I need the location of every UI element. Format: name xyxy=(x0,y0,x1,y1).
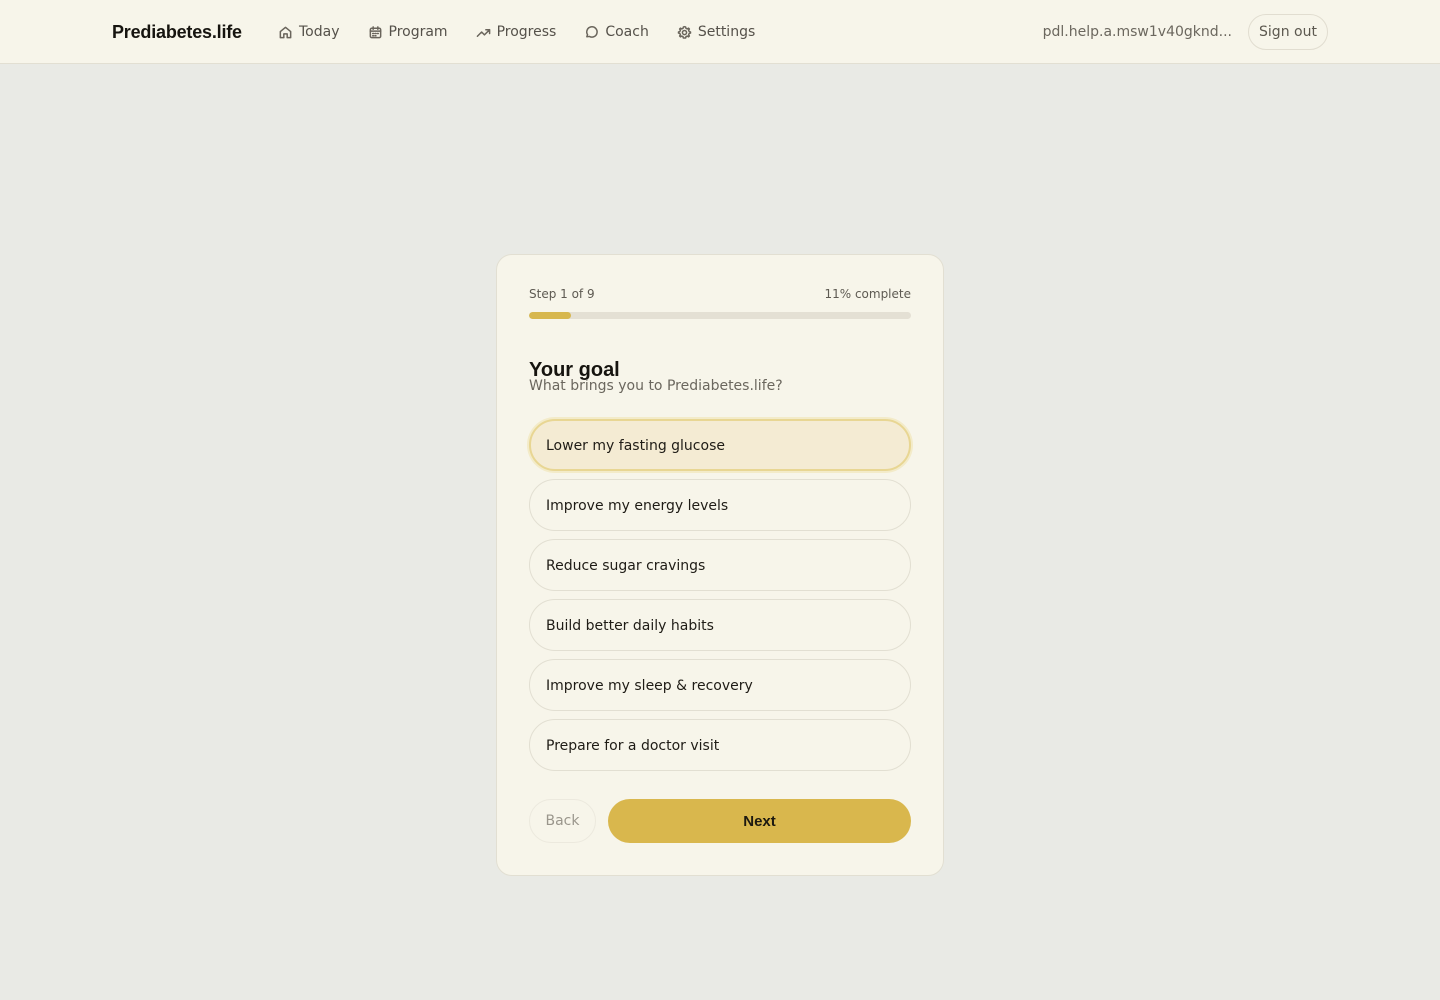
nav-item-label: Today xyxy=(299,24,340,40)
nav-item-label: Coach xyxy=(605,24,649,40)
back-button[interactable]: Back xyxy=(529,799,596,843)
goal-option-build-habits[interactable]: Build better daily habits xyxy=(529,599,911,651)
goal-option-label: Prepare for a doctor visit xyxy=(546,738,720,754)
goal-option-label: Improve my energy levels xyxy=(546,498,729,514)
goal-option-improve-sleep[interactable]: Improve my sleep & recovery xyxy=(529,659,911,711)
nav-item-today[interactable]: Today xyxy=(278,24,340,40)
goal-option-doctor-visit[interactable]: Prepare for a doctor visit xyxy=(529,719,911,771)
user-email: pdl.help.a.msw1v40gknd... xyxy=(1042,24,1232,40)
goal-option-label: Improve my sleep & recovery xyxy=(546,678,753,694)
goal-option-label: Build better daily habits xyxy=(546,618,714,634)
progress-bar xyxy=(529,312,911,319)
goal-option-label: Reduce sugar cravings xyxy=(546,558,706,574)
goal-option-label: Lower my fasting glucose xyxy=(546,438,725,454)
goal-option-improve-energy[interactable]: Improve my energy levels xyxy=(529,479,911,531)
nav-item-program[interactable]: Program xyxy=(368,24,448,40)
onboarding-card: Step 1 of 9 11% complete Your goal What … xyxy=(496,254,944,876)
goal-option-reduce-cravings[interactable]: Reduce sugar cravings xyxy=(529,539,911,591)
step-subtitle: What brings you to Prediabetes.life? xyxy=(529,378,783,394)
brand-logo[interactable]: Prediabetes.life xyxy=(112,20,242,44)
chat-bubble-icon xyxy=(586,25,599,38)
nav-item-coach[interactable]: Coach xyxy=(584,24,649,40)
gear-icon xyxy=(677,25,692,39)
sign-out-button[interactable]: Sign out xyxy=(1248,14,1328,50)
goal-options: Lower my fasting glucose Improve my ener… xyxy=(529,419,911,779)
nav-item-label: Program xyxy=(388,24,448,40)
main-nav: Today Program Progress Coach Settings xyxy=(278,20,783,44)
nav-item-label: Settings xyxy=(697,24,756,40)
home-icon xyxy=(279,26,292,38)
next-button[interactable]: Next xyxy=(608,799,911,843)
nav-item-label: Progress xyxy=(496,24,557,40)
calendar-icon xyxy=(369,25,381,38)
step-label: Step 1 of 9 xyxy=(529,287,595,301)
step-indicator: Step 1 of 9 11% complete xyxy=(529,287,911,303)
progress-bar-fill xyxy=(529,312,572,319)
top-navigation-bar: Prediabetes.life Today Program Progress xyxy=(0,0,1440,64)
goal-option-lower-fasting-glucose[interactable]: Lower my fasting glucose xyxy=(529,419,911,471)
nav-item-progress[interactable]: Progress xyxy=(476,24,557,40)
nav-item-settings[interactable]: Settings xyxy=(677,24,755,40)
percent-complete-label: 11% complete xyxy=(824,287,911,301)
trend-up-icon xyxy=(476,28,490,37)
